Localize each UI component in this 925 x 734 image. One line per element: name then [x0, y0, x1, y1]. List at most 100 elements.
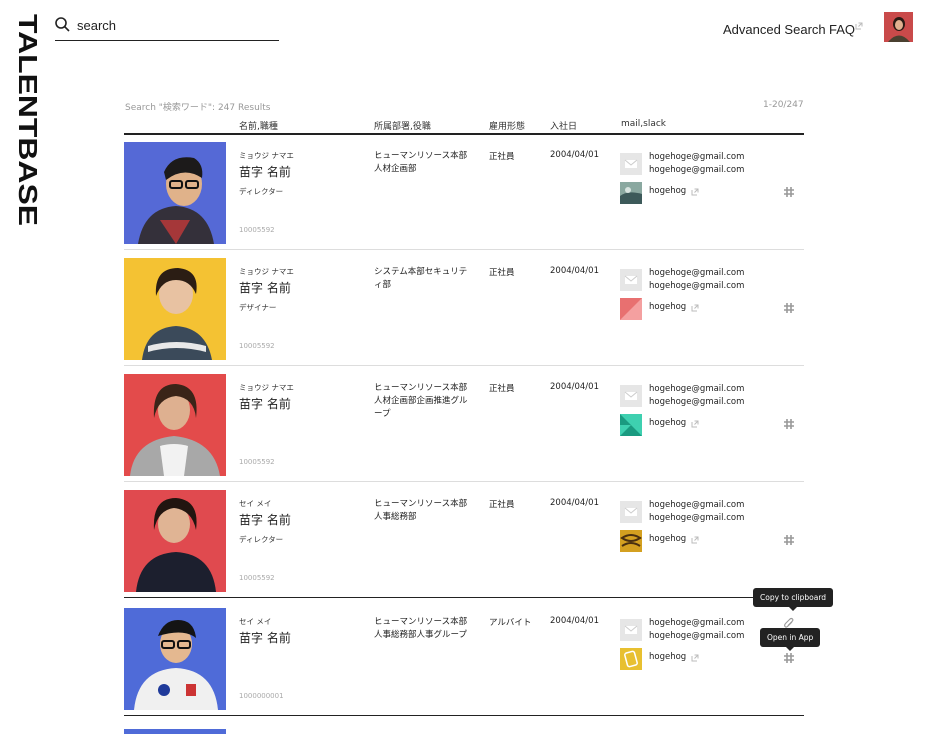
- join-date: 2004/04/01: [550, 266, 599, 276]
- open-app-tooltip: Open in App: [760, 628, 821, 651]
- employee-role: ディレクター: [239, 535, 284, 544]
- copy-tooltip: Copy to clipboard: [753, 588, 834, 611]
- slack-avatar: [620, 530, 642, 552]
- employment-type: 正社員: [489, 500, 515, 510]
- join-date: 2004/04/01: [550, 150, 599, 160]
- mail-address[interactable]: hogehoge@gmail.com: [649, 165, 744, 175]
- employee-id: 10005592: [239, 342, 275, 350]
- employee-photo: [124, 490, 226, 592]
- external-link-icon[interactable]: [691, 654, 699, 662]
- mail-icon: [620, 269, 642, 291]
- search-bar[interactable]: [55, 12, 279, 41]
- user-avatar[interactable]: [884, 12, 913, 42]
- employee-photo: [124, 258, 226, 360]
- external-link-icon[interactable]: [691, 536, 699, 544]
- slack-handle[interactable]: hogehog: [649, 186, 686, 196]
- slack-handle[interactable]: hogehog: [649, 652, 686, 662]
- mail-address[interactable]: hogehoge@gmail.com: [649, 268, 744, 278]
- external-link-icon[interactable]: [691, 188, 699, 196]
- faq-link[interactable]: FAQ: [829, 22, 855, 37]
- external-link-icon[interactable]: [691, 420, 699, 428]
- employee-photo: [124, 142, 226, 244]
- external-link-icon[interactable]: [691, 304, 699, 312]
- mail-address[interactable]: hogehoge@gmail.com: [649, 618, 744, 628]
- employment-type: 正社員: [489, 384, 515, 394]
- col-header-contact: mail,slack: [621, 119, 667, 129]
- external-link-icon: [855, 22, 863, 30]
- table-row[interactable]: ミョウジ ナマエ 苗字 名前 10005592 ヒューマンリソース本部 人材企画…: [124, 366, 804, 482]
- slack-handle[interactable]: hogehog: [649, 534, 686, 544]
- slack-hash-icon[interactable]: [783, 302, 795, 314]
- join-date: 2004/04/01: [550, 498, 599, 508]
- slack-hash-icon[interactable]: [783, 418, 795, 430]
- search-input[interactable]: [77, 14, 272, 36]
- mail-address[interactable]: hogehoge@gmail.com: [649, 513, 744, 523]
- mail-icon: [620, 385, 642, 407]
- employee-kana: ミョウジ ナマエ: [239, 151, 294, 160]
- logo-text: TALENTBASE: [14, 14, 43, 226]
- row-divider: [124, 714, 804, 716]
- employee-kana: ミョウジ ナマエ: [239, 267, 294, 276]
- employee-name[interactable]: 苗字 名前: [239, 279, 291, 296]
- slack-hash-icon[interactable]: [783, 186, 795, 198]
- employee-photo: [124, 724, 226, 734]
- col-header-dept[interactable]: 所属部署,役職: [374, 119, 431, 132]
- mail-address[interactable]: hogehoge@gmail.com: [649, 384, 744, 394]
- table-row[interactable]: [124, 717, 804, 734]
- advanced-search-link[interactable]: Advanced Search: [723, 22, 826, 37]
- employee-name[interactable]: 苗字 名前: [239, 511, 291, 528]
- employee-id: 10005592: [239, 574, 275, 582]
- employee-dept: システム本部セキュリティ部: [374, 267, 468, 290]
- mail-icon: [620, 153, 642, 175]
- employment-type: アルバイト: [489, 618, 532, 628]
- results-summary: Search "検索ワード": 247 Results: [125, 103, 271, 113]
- mail-icon: [620, 501, 642, 523]
- mail-icon: [620, 619, 642, 641]
- slack-hash-icon[interactable]: [783, 652, 795, 664]
- employment-type: 正社員: [489, 152, 515, 162]
- results-range: 1-20/247: [763, 100, 804, 110]
- join-date: 2004/04/01: [550, 382, 599, 392]
- slack-hash-icon[interactable]: [783, 534, 795, 546]
- employee-dept: ヒューマンリソース本部 人材企画部: [374, 151, 468, 174]
- table-row[interactable]: ミョウジ ナマエ 苗字 名前 ディレクター 10005592 ヒューマンリソース…: [124, 134, 804, 250]
- employee-name[interactable]: 苗字 名前: [239, 629, 291, 646]
- slack-handle[interactable]: hogehog: [649, 302, 686, 312]
- search-icon: [55, 17, 70, 32]
- employee-kana: セイ メイ: [239, 499, 272, 508]
- employee-role: ディレクター: [239, 187, 284, 196]
- slack-avatar: [620, 648, 642, 670]
- talentbase-logo[interactable]: TALENTBASE: [14, 12, 44, 228]
- mail-address[interactable]: hogehoge@gmail.com: [649, 500, 744, 510]
- employee-id: 10005592: [239, 458, 275, 466]
- slack-avatar: [620, 414, 642, 436]
- mail-address[interactable]: hogehoge@gmail.com: [649, 631, 744, 641]
- employment-type: 正社員: [489, 268, 515, 278]
- mail-address[interactable]: hogehoge@gmail.com: [649, 152, 744, 162]
- join-date: 2004/04/01: [550, 616, 599, 626]
- mail-address[interactable]: hogehoge@gmail.com: [649, 397, 744, 407]
- employee-dept: ヒューマンリソース本部 人材企画部企画推進グループ: [374, 383, 468, 419]
- slack-handle[interactable]: hogehog: [649, 418, 686, 428]
- col-header-name[interactable]: 名前,職種: [239, 119, 278, 132]
- slack-avatar: [620, 182, 642, 204]
- col-header-employment[interactable]: 雇用形態: [489, 119, 525, 132]
- table-row[interactable]: セイ メイ 苗字 名前 1000000001 ヒューマンリソース本部 人事総務部…: [124, 600, 804, 716]
- employee-photo: [124, 608, 226, 710]
- employee-dept: ヒューマンリソース本部 人事総務部: [374, 499, 468, 522]
- table-row[interactable]: セイ メイ 苗字 名前 ディレクター 10005592 ヒューマンリソース本部 …: [124, 482, 804, 598]
- slack-avatar: [620, 298, 642, 320]
- employee-kana: セイ メイ: [239, 617, 272, 626]
- employee-role: デザイナー: [239, 303, 277, 312]
- col-header-joined[interactable]: 入社日: [550, 119, 577, 132]
- mail-address[interactable]: hogehoge@gmail.com: [649, 281, 744, 291]
- employee-photo: [124, 374, 226, 476]
- row-divider: [124, 596, 804, 598]
- employee-kana: ミョウジ ナマエ: [239, 383, 294, 392]
- table-row[interactable]: ミョウジ ナマエ 苗字 名前 デザイナー 10005592 システム本部セキュリ…: [124, 250, 804, 366]
- employee-dept: ヒューマンリソース本部 人事総務部人事グループ: [374, 617, 468, 640]
- employee-id: 1000000001: [239, 692, 284, 700]
- employee-id: 10005592: [239, 226, 275, 234]
- employee-name[interactable]: 苗字 名前: [239, 163, 291, 180]
- employee-name[interactable]: 苗字 名前: [239, 395, 291, 412]
